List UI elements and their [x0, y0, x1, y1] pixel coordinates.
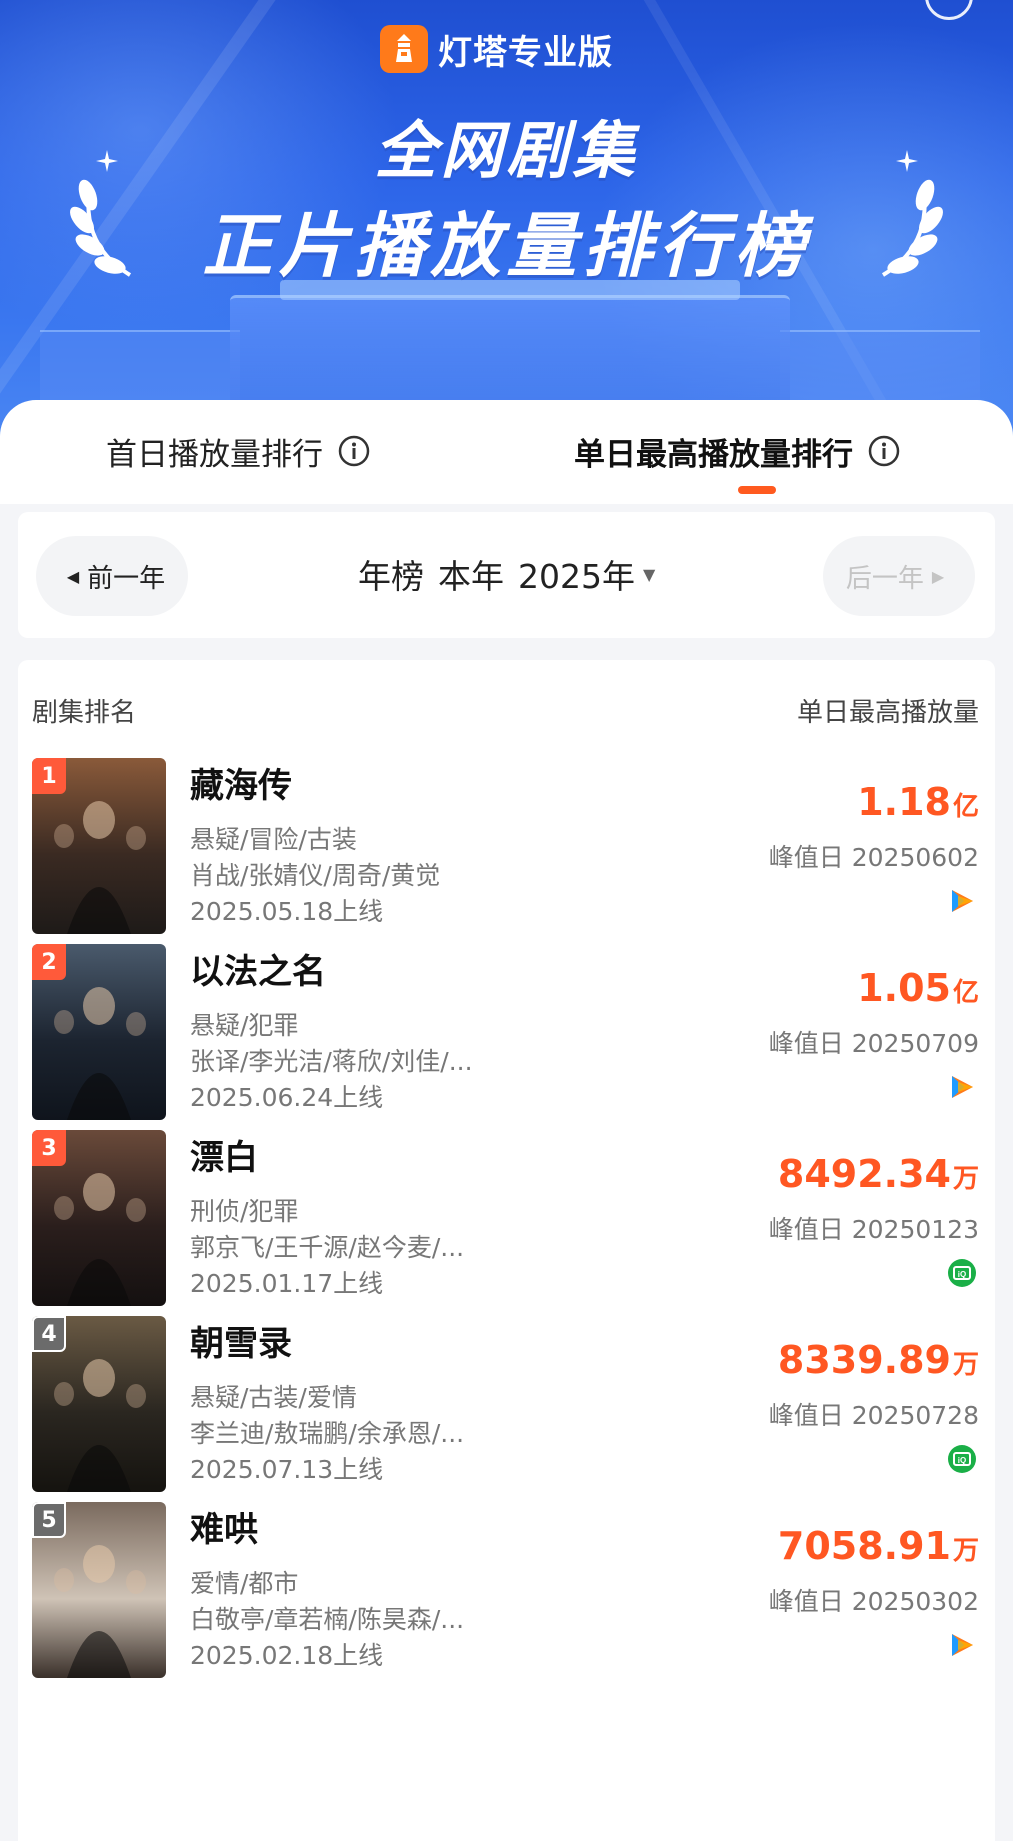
peak-date-value: 20250709 — [851, 1029, 979, 1058]
year-selector: ◀ 前一年 年榜 本年 2025年 ▼ 后一年 ▶ — [18, 512, 995, 638]
sparkle-icon — [896, 150, 918, 172]
view-count-number: 1.05 — [857, 966, 951, 1010]
show-genre: 悬疑/古装/爱情 — [190, 1383, 357, 1412]
view-count-unit: 万 — [952, 1350, 979, 1380]
peak-date-prefix: 峰值日 — [768, 1587, 844, 1616]
column-header-rank: 剧集排名 — [32, 698, 137, 728]
prev-year-button[interactable]: ◀ 前一年 — [36, 536, 188, 616]
view-count-number: 7058.91 — [777, 1524, 951, 1568]
laurel-icon — [70, 179, 132, 277]
next-year-label: 后一年 — [845, 563, 924, 594]
view-count-unit: 亿 — [952, 792, 979, 822]
show-release-date: 2025.06.24上线 — [190, 1083, 384, 1112]
tab-first-day-ranking[interactable]: 首日播放量排行 — [106, 428, 371, 474]
view-count-unit: 万 — [952, 1164, 979, 1194]
peak-date: 峰值日 20250123 — [769, 1210, 979, 1246]
brand-name: 灯塔专业版 — [438, 32, 613, 73]
svg-text:iQ: iQ — [958, 1270, 966, 1279]
sparkle-icon — [96, 150, 118, 172]
rank-badge: 2 — [32, 944, 66, 980]
banner-title: 全网剧集 — [374, 114, 639, 187]
tab-label: 首日播放量排行 — [106, 436, 323, 473]
peak-date: 峰值日 20250302 — [769, 1582, 979, 1618]
iqiyi-icon: iQ — [947, 1258, 977, 1288]
show-cast: 张译/李光洁/蒋欣/刘佳/... — [190, 1047, 473, 1076]
ranking-list: 剧集排名 单日最高播放量 1 藏海传 悬疑/冒险/古装 肖战/张婧仪/周奇/黄觉… — [18, 660, 995, 1841]
laurel-icon — [881, 179, 943, 277]
prev-year-label: 前一年 — [87, 563, 166, 594]
column-header-value: 单日最高播放量 — [796, 698, 979, 728]
youku-icon — [947, 1072, 977, 1102]
show-cast: 李兰迪/敖瑞鹏/余承恩/... — [190, 1419, 465, 1448]
peak-date: 峰值日 20250728 — [769, 1396, 979, 1432]
show-genre: 悬疑/犯罪 — [190, 1011, 299, 1040]
show-release-date: 2025.05.18上线 — [190, 897, 384, 926]
view-count-unit: 亿 — [952, 978, 979, 1008]
peak-view-count: 7058.91万 — [778, 1524, 979, 1568]
tab-bar: 首日播放量排行 单日最高播放量排行 — [0, 400, 1013, 504]
banner-subtitle: 正片播放量排行榜 — [202, 205, 811, 287]
view-count-unit: 万 — [952, 1536, 979, 1566]
rank-badge: 3 — [32, 1130, 66, 1166]
peak-date-prefix: 峰值日 — [768, 1029, 844, 1058]
peak-view-count: 1.05亿 — [857, 966, 979, 1010]
show-genre: 悬疑/冒险/古装 — [190, 825, 357, 854]
show-title[interactable]: 以法之名 — [190, 944, 326, 993]
peak-date-value: 20250302 — [851, 1587, 979, 1616]
show-genre: 刑侦/犯罪 — [190, 1197, 299, 1226]
year-dropdown[interactable]: 年榜 本年 2025年 ▼ — [358, 550, 655, 598]
view-count-number: 1.18 — [857, 780, 951, 824]
show-cast: 肖战/张婧仪/周奇/黄觉 — [190, 861, 441, 890]
close-icon[interactable] — [925, 0, 973, 20]
svg-text:iQ: iQ — [958, 1456, 966, 1465]
ranking-period: 本年 — [438, 557, 504, 596]
rank-badge: 4 — [32, 1316, 66, 1352]
rank-badge: 5 — [32, 1502, 66, 1538]
peak-date-value: 20250123 — [851, 1215, 979, 1244]
rank-badge: 1 — [32, 758, 66, 794]
peak-date: 峰值日 20250602 — [769, 838, 979, 874]
view-count-number: 8339.89 — [777, 1338, 951, 1382]
peak-date-value: 20250602 — [851, 843, 979, 872]
youku-icon — [947, 1630, 977, 1660]
caret-right-icon: ▶ — [931, 566, 945, 586]
show-release-date: 2025.02.18上线 — [190, 1641, 384, 1670]
ranking-year: 2025年 — [518, 557, 635, 596]
next-year-button[interactable]: 后一年 ▶ — [823, 536, 975, 616]
show-cast: 郭京飞/王千源/赵今麦/... — [190, 1233, 465, 1262]
show-title[interactable]: 朝雪录 — [190, 1316, 292, 1365]
show-title[interactable]: 难哄 — [190, 1502, 258, 1551]
iqiyi-icon: iQ — [947, 1444, 977, 1474]
peak-date-prefix: 峰值日 — [768, 1401, 844, 1430]
show-genre: 爱情/都市 — [190, 1569, 299, 1598]
info-icon[interactable] — [337, 434, 371, 468]
show-title[interactable]: 藏海传 — [190, 758, 292, 807]
view-count-number: 8492.34 — [777, 1152, 951, 1196]
header-banner: 灯塔专业版 全网剧集 正片播放量排行榜 — [0, 0, 1013, 440]
show-release-date: 2025.01.17上线 — [190, 1269, 384, 1298]
peak-date-prefix: 峰值日 — [768, 843, 844, 872]
peak-view-count: 8492.34万 — [778, 1152, 979, 1196]
ranking-mode: 年榜 — [358, 557, 424, 596]
caret-down-icon: ▼ — [642, 564, 656, 584]
info-icon[interactable] — [867, 434, 901, 468]
table-row[interactable]: 5 难哄 爱情/都市 白敬亭/章若楠/陈昊森/... 2025.02.18上线 … — [18, 1502, 995, 1720]
caret-left-icon: ◀ — [66, 566, 80, 586]
peak-date-value: 20250728 — [851, 1401, 979, 1430]
tab-label: 单日最高播放量排行 — [574, 436, 853, 473]
show-release-date: 2025.07.13上线 — [190, 1455, 384, 1484]
podium-block — [230, 295, 790, 415]
lighthouse-icon — [380, 25, 428, 73]
peak-date: 峰值日 20250709 — [769, 1024, 979, 1060]
peak-view-count: 8339.89万 — [778, 1338, 979, 1382]
show-title[interactable]: 漂白 — [190, 1130, 258, 1179]
tab-daily-peak-ranking[interactable]: 单日最高播放量排行 — [574, 428, 901, 474]
peak-date-prefix: 峰值日 — [768, 1215, 844, 1244]
show-cast: 白敬亭/章若楠/陈昊森/... — [190, 1605, 465, 1634]
youku-icon — [947, 886, 977, 916]
peak-view-count: 1.18亿 — [857, 780, 979, 824]
active-tab-indicator — [738, 486, 776, 494]
brand: 灯塔专业版 — [380, 24, 613, 74]
